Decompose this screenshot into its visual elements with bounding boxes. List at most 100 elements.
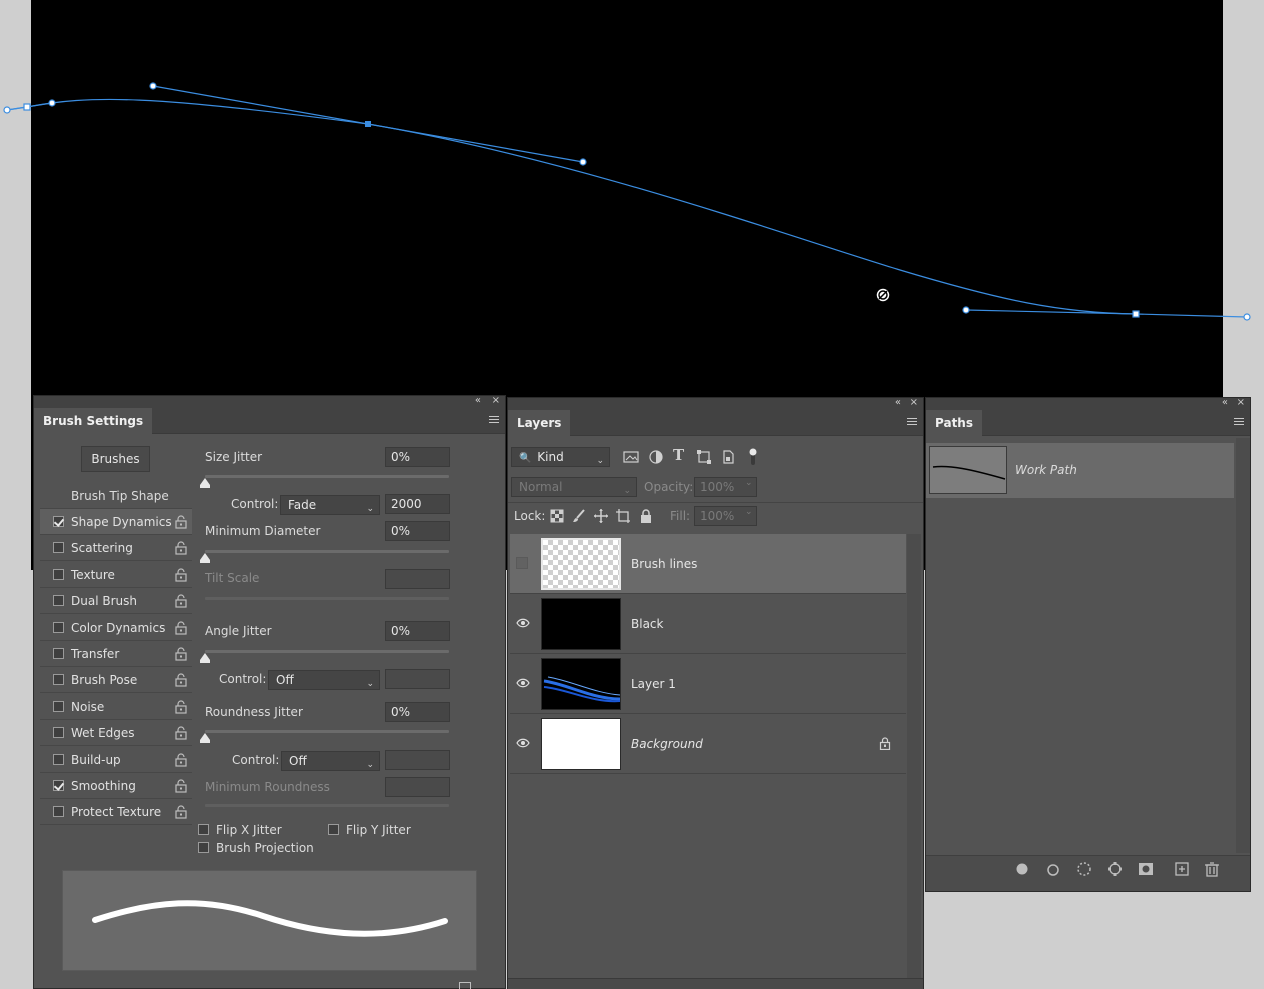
flip-y-checkbox[interactable] [328,824,339,835]
brush-option-item[interactable]: Transfer [40,641,192,667]
roundness-jitter-thumb[interactable] [200,733,210,743]
roundness-jitter-field[interactable]: 0% [385,702,450,722]
close-icon[interactable]: × [492,394,500,408]
pixel-filter-icon[interactable] [623,449,639,465]
smart-object-filter-icon[interactable] [720,449,736,465]
unlock-icon[interactable] [174,726,188,740]
unlock-icon[interactable] [174,541,188,555]
lock-icon[interactable] [879,737,891,750]
brush-option-checkbox[interactable] [53,569,64,580]
brush-option-checkbox[interactable] [53,622,64,633]
unlock-icon[interactable] [174,779,188,793]
type-filter-icon[interactable]: T [673,446,684,464]
panel-menu-icon[interactable] [1234,416,1244,426]
add-mask-icon[interactable] [1138,861,1154,877]
panel-titlebar[interactable]: « × [34,394,505,408]
layer-row[interactable]: Layer 1 [510,654,906,714]
unlock-icon[interactable] [174,515,188,529]
lock-all-icon[interactable] [638,508,654,524]
tab-layers[interactable]: Layers [508,410,571,436]
lock-pixels-icon[interactable] [571,508,587,524]
brushes-button[interactable]: Brushes [81,446,150,472]
brush-option-item[interactable]: Scattering [40,535,192,561]
unlock-icon[interactable] [174,753,188,767]
layer-row[interactable]: Brush lines [510,534,906,594]
brush-option-item[interactable]: Smoothing [40,773,192,799]
layer-filter-select[interactable]: 🔍 Kind ⌄ [511,447,610,467]
fade-steps-field[interactable]: 2000 [385,494,450,514]
delete-path-icon[interactable] [1204,861,1220,877]
unlock-icon[interactable] [174,700,188,714]
unlock-icon[interactable] [174,673,188,687]
collapse-icon[interactable]: « [475,394,481,408]
lock-transparent-icon[interactable] [549,508,565,524]
stroke-path-icon[interactable] [1045,862,1061,878]
unlock-icon[interactable] [174,805,188,819]
panel-menu-icon[interactable] [489,414,499,424]
brush-option-checkbox[interactable] [53,780,64,791]
new-path-icon[interactable] [1174,861,1190,877]
brush-option-item[interactable]: Shape Dynamics [40,509,192,535]
angle-jitter-thumb[interactable] [200,653,210,663]
brush-option-item[interactable]: Dual Brush [40,588,192,614]
brush-option-item[interactable]: Color Dynamics [40,615,192,641]
brush-option-item[interactable]: Brush Pose [40,667,192,693]
size-control-select[interactable]: Fade ⌄ [280,495,380,515]
angle-control-select[interactable]: Off ⌄ [268,670,380,690]
load-selection-icon[interactable] [1076,861,1092,877]
path-item-work-path[interactable]: Work Path [926,443,1234,498]
brush-option-checkbox[interactable] [53,701,64,712]
panel-titlebar[interactable]: « × [508,396,923,410]
close-icon[interactable]: × [910,396,918,410]
brush-option-item[interactable]: Noise [40,694,192,720]
size-jitter-slider[interactable] [205,475,449,478]
eye-icon[interactable] [516,616,530,630]
tab-brush-settings[interactable]: Brush Settings [34,408,153,434]
tab-paths[interactable]: Paths [926,410,982,436]
brush-projection-checkbox[interactable] [198,842,209,853]
work-path-overlay[interactable] [0,0,1264,400]
brush-option-item[interactable]: Protect Texture [40,799,192,825]
blend-mode-select[interactable]: Normal ⌄ [511,477,637,497]
brush-option-checkbox[interactable] [53,595,64,606]
paths-scrollbar-track[interactable] [1236,438,1250,853]
brush-option-checkbox[interactable] [53,648,64,659]
brush-option-checkbox[interactable] [53,674,64,685]
layer-row[interactable]: Black [510,594,906,654]
make-work-path-icon[interactable] [1107,861,1123,877]
panel-menu-icon[interactable] [907,416,917,426]
unlock-icon[interactable] [174,647,188,661]
brush-option-checkbox[interactable] [53,516,64,527]
lock-position-icon[interactable] [593,508,609,524]
unlock-icon[interactable] [174,621,188,635]
min-diameter-thumb[interactable] [200,553,210,563]
panel-titlebar[interactable]: « × [926,396,1250,410]
min-diameter-slider[interactable] [205,550,449,553]
filter-toggle-icon[interactable] [746,447,760,467]
roundness-jitter-slider[interactable] [205,730,449,733]
chevron-down-icon[interactable]: ⌄ [745,507,753,517]
size-jitter-thumb[interactable] [200,478,210,488]
unlock-icon[interactable] [174,568,188,582]
brush-option-checkbox[interactable] [53,727,64,738]
collapse-icon[interactable]: « [895,396,901,410]
adjustment-filter-icon[interactable] [648,449,664,465]
shape-filter-icon[interactable] [696,449,712,465]
roundness-control-select[interactable]: Off ⌄ [281,751,380,771]
min-diameter-field[interactable]: 0% [385,521,450,541]
chevron-down-icon[interactable]: ⌄ [745,478,753,488]
eye-icon[interactable] [516,676,530,690]
brush-option-item[interactable]: Build-up [40,747,192,773]
angle-jitter-field[interactable]: 0% [385,621,450,641]
collapse-icon[interactable]: « [1222,396,1228,410]
unlock-icon[interactable] [174,594,188,608]
brush-tip-shape-item[interactable]: Brush Tip Shape [40,484,192,509]
brush-option-checkbox[interactable] [53,806,64,817]
angle-jitter-slider[interactable] [205,650,449,653]
new-brush-icon[interactable] [459,982,471,989]
fill-path-icon[interactable] [1014,861,1030,877]
lock-artboard-icon[interactable] [615,508,631,524]
brush-option-checkbox[interactable] [53,754,64,765]
flip-x-checkbox[interactable] [198,824,209,835]
close-icon[interactable]: × [1237,396,1245,410]
